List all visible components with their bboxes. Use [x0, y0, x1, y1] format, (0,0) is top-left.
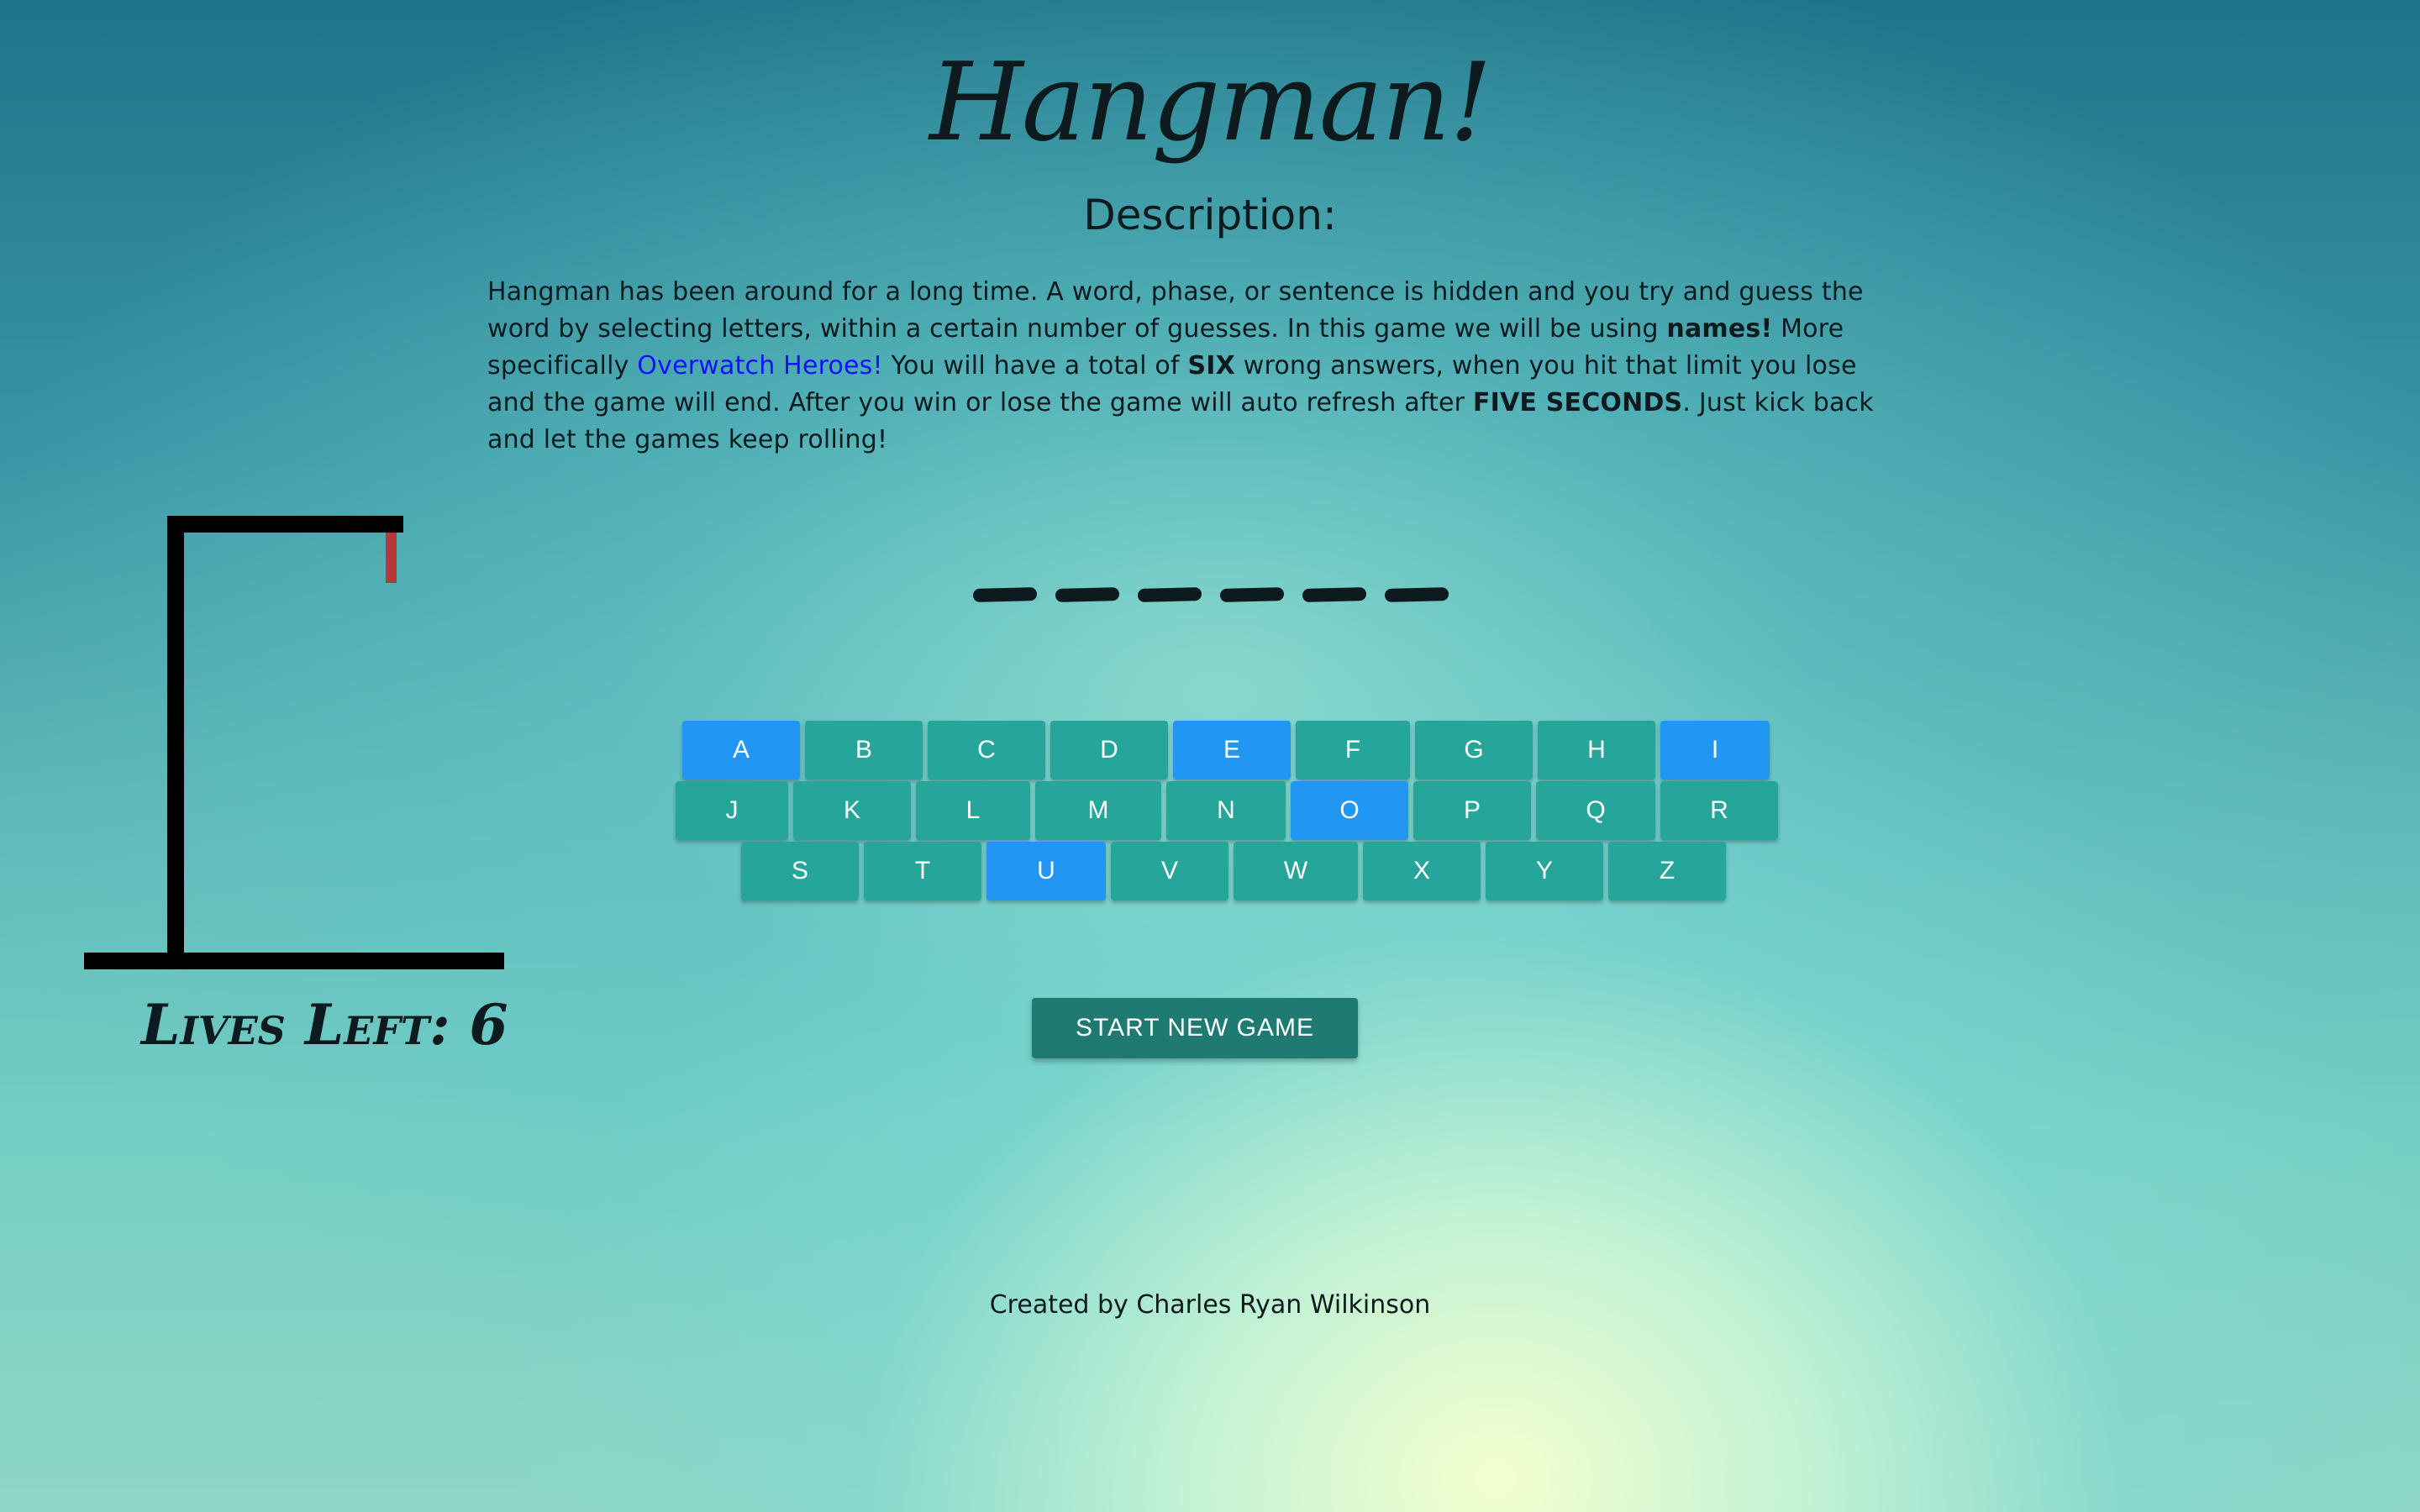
key-h[interactable]: H: [1538, 721, 1655, 780]
description-part: You will have a total of: [882, 351, 1188, 381]
key-a[interactable]: A: [682, 721, 800, 780]
start-new-game-button[interactable]: START NEW GAME: [1032, 998, 1358, 1058]
description-bold-six: SIX: [1187, 351, 1235, 381]
keyboard-row-2: JKLMNOPQR: [676, 781, 1783, 840]
key-f[interactable]: F: [1296, 721, 1410, 780]
key-y[interactable]: Y: [1486, 842, 1603, 900]
key-k[interactable]: K: [793, 781, 911, 840]
letter-blank: [1302, 587, 1367, 602]
key-l[interactable]: L: [916, 781, 1030, 840]
key-w[interactable]: W: [1234, 842, 1358, 900]
lives-left-label: Lives Left: 6: [141, 992, 508, 1058]
page-title: Hangman!: [929, 40, 1492, 165]
key-e[interactable]: E: [1173, 721, 1291, 780]
key-p[interactable]: P: [1413, 781, 1531, 840]
letter-blank: [972, 587, 1038, 602]
description-part: Hangman has been around for a long time.…: [487, 277, 1864, 344]
key-g[interactable]: G: [1415, 721, 1533, 780]
key-m[interactable]: M: [1035, 781, 1161, 840]
gallows-rope: [386, 533, 397, 583]
key-b[interactable]: B: [805, 721, 923, 780]
overwatch-heroes-link[interactable]: Overwatch Heroes!: [637, 351, 882, 381]
key-r[interactable]: R: [1660, 781, 1778, 840]
description-heading: Description:: [1083, 191, 1337, 239]
letter-blank: [1137, 587, 1202, 602]
key-d[interactable]: D: [1050, 721, 1168, 780]
keyboard-row-1: ABCDEFGHI: [682, 721, 1775, 780]
keyboard-row-3: STUVWXYZ: [741, 842, 1731, 900]
letter-blank: [1055, 587, 1120, 602]
key-q[interactable]: Q: [1536, 781, 1655, 840]
letter-blank: [1384, 587, 1449, 602]
description-bold-names: names!: [1666, 314, 1773, 344]
description-bold-five-seconds: FIVE SECONDS: [1472, 388, 1683, 417]
footer-credit: Created by Charles Ryan Wilkinson: [989, 1290, 1431, 1320]
key-n[interactable]: N: [1166, 781, 1286, 840]
letter-blank: [1219, 587, 1285, 602]
key-j[interactable]: J: [676, 781, 788, 840]
key-i[interactable]: I: [1660, 721, 1770, 780]
key-u[interactable]: U: [986, 842, 1106, 900]
key-v[interactable]: V: [1111, 842, 1228, 900]
hidden-word: [972, 587, 1449, 608]
key-t[interactable]: T: [864, 842, 981, 900]
key-z[interactable]: Z: [1608, 842, 1726, 900]
key-o[interactable]: O: [1291, 781, 1408, 840]
gallows-post: [167, 516, 184, 961]
key-x[interactable]: X: [1363, 842, 1481, 900]
gallows-beam: [167, 516, 403, 533]
key-s[interactable]: S: [741, 842, 859, 900]
description-text: Hangman has been around for a long time.…: [487, 274, 1907, 459]
key-c[interactable]: C: [928, 721, 1045, 780]
gallows-base: [84, 953, 504, 969]
